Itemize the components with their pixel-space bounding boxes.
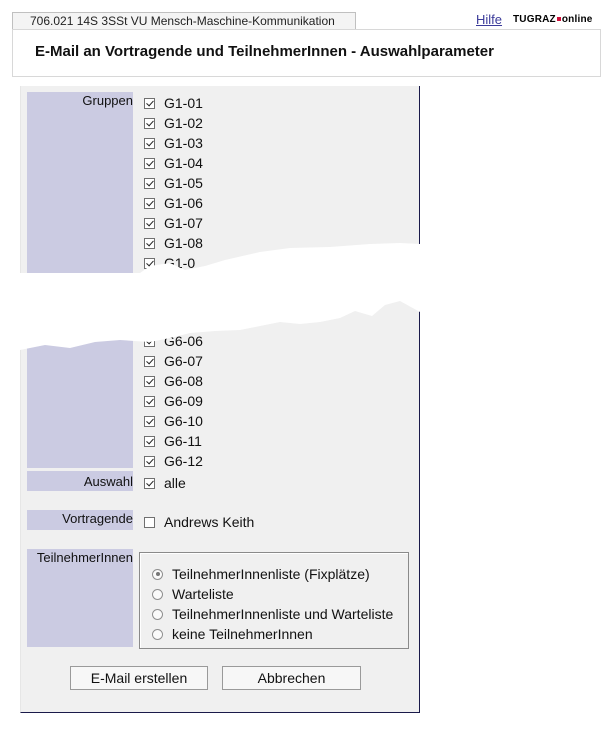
group-label: G1-06 bbox=[164, 195, 203, 211]
tugraz-online-logo: TUGRAZ online bbox=[513, 14, 593, 25]
radio-button[interactable] bbox=[152, 568, 163, 580]
group-checkbox[interactable] bbox=[144, 97, 155, 109]
help-link[interactable]: Hilfe bbox=[476, 12, 502, 27]
select-all-checkbox[interactable] bbox=[144, 477, 155, 489]
radio-participants-and-waitlist[interactable]: TeilnehmerInnenliste und Warteliste bbox=[152, 604, 393, 624]
group-option[interactable]: G6-08 bbox=[144, 371, 203, 391]
group-checkbox[interactable] bbox=[144, 157, 155, 169]
create-email-button[interactable]: E-Mail erstellen bbox=[70, 666, 208, 690]
group-option[interactable]: G1-04 bbox=[144, 153, 203, 173]
group-checkbox[interactable] bbox=[144, 355, 155, 367]
group-label: G1-05 bbox=[164, 175, 203, 191]
cancel-button[interactable]: Abbrechen bbox=[222, 666, 361, 690]
group-option[interactable]: G6-10 bbox=[144, 411, 203, 431]
participants-label: TeilnehmerInnen bbox=[36, 550, 133, 565]
group-label: G1-04 bbox=[164, 155, 203, 171]
group-checkbox[interactable] bbox=[144, 415, 155, 427]
group-checkbox[interactable] bbox=[144, 395, 155, 407]
group-checkbox[interactable] bbox=[144, 217, 155, 229]
group-label: G1-03 bbox=[164, 135, 203, 151]
group-checkbox[interactable] bbox=[144, 197, 155, 209]
group-option[interactable]: G1-01 bbox=[144, 93, 203, 113]
group-option[interactable]: G6-09 bbox=[144, 391, 203, 411]
group-checkbox[interactable] bbox=[144, 137, 155, 149]
groups-label: Gruppen bbox=[82, 93, 133, 108]
group-checkbox[interactable] bbox=[144, 435, 155, 447]
radio-button[interactable] bbox=[152, 608, 163, 620]
selection-label: Auswahl bbox=[83, 474, 133, 489]
group-option[interactable]: G1-05 bbox=[144, 173, 203, 193]
lecturer-option[interactable]: Andrews Keith bbox=[144, 512, 254, 532]
course-tab[interactable]: 706.021 14S 3SSt VU Mensch-Maschine-Komm… bbox=[12, 12, 356, 29]
group-label: G1-02 bbox=[164, 115, 203, 131]
torn-gap bbox=[0, 242, 613, 350]
radio-no-participants[interactable]: keine TeilnehmerInnen bbox=[152, 624, 313, 644]
select-all-option[interactable]: alle bbox=[144, 473, 186, 493]
group-checkbox[interactable] bbox=[144, 375, 155, 387]
group-option[interactable]: G6-12 bbox=[144, 451, 203, 471]
lecturer-checkbox[interactable] bbox=[144, 516, 155, 528]
group-label: G6-08 bbox=[164, 373, 203, 389]
lecturers-label: Vortragende bbox=[62, 511, 133, 526]
radio-button[interactable] bbox=[152, 628, 163, 640]
participants-fieldset: TeilnehmerInnenliste (Fixplätze) Warteli… bbox=[139, 552, 409, 649]
group-label: G6-10 bbox=[164, 413, 203, 429]
group-checkbox[interactable] bbox=[144, 455, 155, 467]
group-option[interactable]: G6-11 bbox=[144, 431, 202, 451]
title-box: E-Mail an Vortragende und TeilnehmerInne… bbox=[12, 29, 601, 77]
page-title: E-Mail an Vortragende und TeilnehmerInne… bbox=[35, 43, 494, 60]
radio-participants-list[interactable]: TeilnehmerInnenliste (Fixplätze) bbox=[152, 564, 370, 584]
group-option[interactable]: G1-02 bbox=[144, 113, 203, 133]
group-label: G1-01 bbox=[164, 95, 203, 111]
group-option[interactable]: G1-06 bbox=[144, 193, 203, 213]
group-option[interactable]: G1-03 bbox=[144, 133, 203, 153]
group-checkbox[interactable] bbox=[144, 177, 155, 189]
group-label: G1-07 bbox=[164, 215, 203, 231]
groups-label-cell-continued bbox=[27, 336, 133, 468]
group-label: G6-12 bbox=[164, 453, 203, 469]
radio-waitlist[interactable]: Warteliste bbox=[152, 584, 234, 604]
group-checkbox[interactable] bbox=[144, 117, 155, 129]
group-label: G6-11 bbox=[164, 433, 202, 449]
group-label: G6-09 bbox=[164, 393, 203, 409]
group-label: G6-07 bbox=[164, 353, 203, 369]
group-option[interactable]: G6-07 bbox=[144, 351, 203, 371]
radio-button[interactable] bbox=[152, 588, 163, 600]
logo-square-icon bbox=[556, 16, 561, 21]
